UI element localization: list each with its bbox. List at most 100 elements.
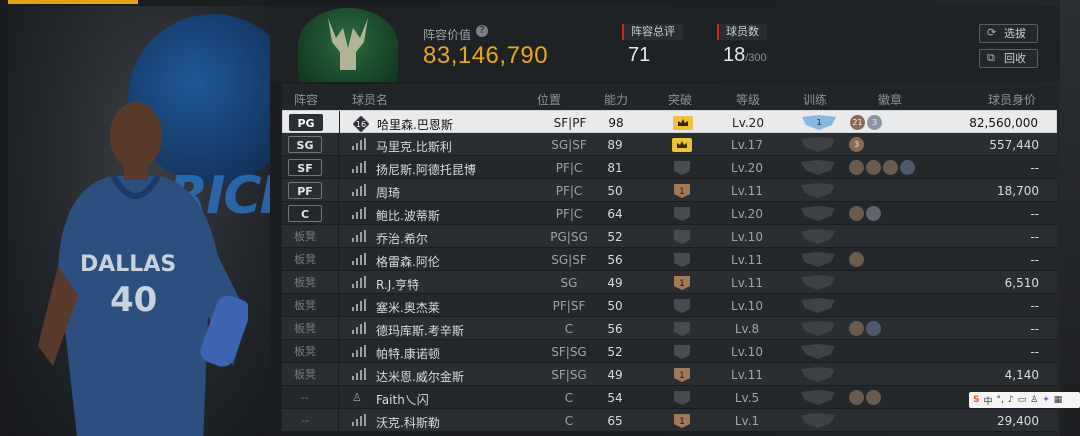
- row-player-name[interactable]: 鲍比.波蒂斯: [376, 207, 440, 224]
- breakthrough-empty-icon: [672, 299, 692, 313]
- row-level: Lv.10: [731, 299, 763, 313]
- badge-icon: [849, 390, 864, 405]
- row-player-name[interactable]: Faith乀闪: [376, 391, 429, 408]
- table-row[interactable]: 板凳 达米恩.威尔金斯 SF|SG 49 1 Lv.11 4,140: [282, 363, 1057, 386]
- row-ability: 54: [607, 391, 623, 405]
- col-training[interactable]: 训练: [803, 91, 827, 108]
- row-price: 6,510: [1004, 276, 1039, 290]
- col-badges[interactable]: 徽章: [878, 91, 902, 108]
- row-lineup-role: PG: [289, 114, 323, 131]
- row-player-name[interactable]: 马里克.比斯利: [376, 138, 452, 155]
- badge-icon: 3: [849, 137, 864, 152]
- row-player-name[interactable]: 塞米.奥杰莱: [376, 299, 440, 316]
- game-screen: { "header": { "roster_value_label": "阵容价…: [0, 0, 1080, 436]
- signal-icon: [352, 414, 366, 428]
- badge-icon: 21: [850, 115, 865, 130]
- jersey-number-text: 40: [110, 280, 157, 320]
- row-ability: 52: [607, 230, 623, 244]
- col-name[interactable]: 球员名: [352, 91, 388, 108]
- row-player-name[interactable]: 扬尼斯.阿德托昆博: [376, 161, 476, 178]
- table-row[interactable]: SG 马里克.比斯利 SG|SF 89 Lv.17 3 557,440: [282, 133, 1057, 156]
- row-badges: 3: [849, 137, 864, 152]
- recycle-button-label: 回收: [1004, 52, 1026, 65]
- row-lineup-role: 板凳: [294, 345, 316, 358]
- table-row[interactable]: 板凳 格雷森.阿伦 SG|SF 56 Lv.11 --: [282, 248, 1057, 271]
- user-icon: ♙: [352, 391, 362, 404]
- row-player-name[interactable]: R.J.亨特: [376, 276, 419, 293]
- training-empty-icon: [801, 321, 835, 336]
- badge-icon: [866, 321, 881, 336]
- signal-icon: [352, 230, 366, 244]
- select-button[interactable]: ⟳ 选拔: [979, 24, 1038, 43]
- table-row[interactable]: SF 扬尼斯.阿德托昆博 PF|C 81 Lv.20 --: [282, 156, 1057, 179]
- row-price: 557,440: [989, 138, 1039, 152]
- row-lineup-role: SG: [288, 136, 322, 153]
- row-level: Lv.10: [731, 230, 763, 244]
- svg-text:16: 16: [356, 120, 366, 129]
- player-count-label: 球员数: [717, 24, 767, 40]
- table-row[interactable]: 板凳 塞米.奥杰莱 PF|SF 50 Lv.10 --: [282, 294, 1057, 317]
- player-count-max: /300: [745, 52, 767, 64]
- ime-user-icon[interactable]: ♙: [1030, 395, 1038, 405]
- row-badges: [849, 321, 881, 336]
- svg-text:1: 1: [679, 279, 685, 289]
- row-price: --: [1030, 322, 1039, 336]
- signal-icon: [352, 322, 366, 336]
- breakthrough-empty-icon: [672, 345, 692, 359]
- breakthrough-empty-icon: [672, 253, 692, 267]
- row-player-name[interactable]: 周琦: [376, 184, 400, 201]
- col-ability[interactable]: 能力: [604, 91, 628, 108]
- col-role[interactable]: 阵容: [294, 91, 318, 108]
- col-breakthrough[interactable]: 突破: [668, 91, 692, 108]
- breakthrough-level-icon: 1: [672, 414, 692, 428]
- signal-icon: [352, 299, 366, 313]
- row-lineup-role: 板凳: [294, 276, 316, 289]
- table-row[interactable]: 板凳 帕特.康诺顿 SF|SG 52 Lv.10 --: [282, 340, 1057, 363]
- ime-skin-icon[interactable]: ✦: [1042, 395, 1050, 405]
- col-price[interactable]: 球员身价: [988, 91, 1036, 108]
- row-price: --: [1030, 299, 1039, 313]
- ime-keyboard-icon[interactable]: ▭: [1018, 395, 1027, 405]
- col-level[interactable]: 等级: [736, 91, 760, 108]
- row-player-name[interactable]: 沃克.科斯勒: [376, 414, 440, 431]
- training-empty-icon: [801, 275, 835, 290]
- recycle-button[interactable]: ⧉ 回收: [979, 49, 1038, 68]
- row-lineup-role: SF: [288, 159, 322, 176]
- table-row[interactable]: --♙Faith乀闪C54Lv.5--: [282, 386, 1057, 409]
- row-lineup-role: 板凳: [294, 322, 316, 335]
- table-row[interactable]: -- 沃克.科斯勒 C 65 1 Lv.1 29,400: [282, 409, 1057, 432]
- badge-icon: [866, 206, 881, 221]
- ime-toolbar[interactable]: S 中 °, ♪ ▭ ♙ ✦ ▦: [969, 392, 1080, 408]
- col-position[interactable]: 位置: [537, 91, 561, 108]
- badge-icon: 3: [867, 115, 882, 130]
- roster-header: 阵容价值 ? 83,146,790 阵容总评 71 球员数 18/300 ⟳ 选拔…: [270, 6, 1060, 82]
- table-row[interactable]: 板凳 R.J.亨特 SG 49 1 Lv.11 6,510: [282, 271, 1057, 294]
- row-player-name[interactable]: 达米恩.威尔金斯: [376, 368, 464, 385]
- table-row[interactable]: PF 周琦 PF|C 50 1 Lv.11 18,700: [282, 179, 1057, 202]
- table-row[interactable]: 板凳 德玛库斯.考辛斯 C 56 Lv.8 --: [282, 317, 1057, 340]
- row-lineup-role: PF: [288, 182, 322, 199]
- ime-punct-icon[interactable]: °,: [997, 395, 1004, 405]
- row-player-name[interactable]: 格雷森.阿伦: [376, 253, 440, 270]
- row-level: Lv.20: [731, 161, 763, 175]
- row-player-name[interactable]: 帕特.康诺顿: [376, 345, 440, 362]
- row-price: 29,400: [997, 414, 1039, 428]
- breakthrough-level-icon: 1: [672, 276, 692, 290]
- table-row[interactable]: PG 16 哈里森.巴恩斯 SF|PF 98 Lv.20 1 21 3 82,560,000: [282, 110, 1057, 134]
- ime-mode[interactable]: 中: [983, 394, 992, 407]
- ime-grid-icon[interactable]: ▦: [1054, 395, 1063, 405]
- ime-mic-icon[interactable]: ♪: [1008, 395, 1014, 405]
- row-ability: 50: [607, 299, 623, 313]
- table-row[interactable]: C 鲍比.波蒂斯 PF|C 64 Lv.20 --: [282, 202, 1057, 225]
- table-row[interactable]: 板凳 乔治.希尔 PG|SG 52 Lv.10 --: [282, 225, 1057, 248]
- team-logo: [298, 8, 398, 82]
- row-price: --: [1030, 230, 1039, 244]
- row-level: Lv.17: [731, 138, 763, 152]
- row-player-name[interactable]: 乔治.希尔: [376, 230, 428, 247]
- row-player-name[interactable]: 哈里森.巴恩斯: [377, 116, 453, 133]
- row-player-name[interactable]: 德玛库斯.考辛斯: [376, 322, 464, 339]
- row-level: Lv.11: [731, 184, 763, 198]
- row-ability: 52: [607, 345, 623, 359]
- help-icon[interactable]: ?: [476, 25, 488, 37]
- row-price: 18,700: [997, 184, 1039, 198]
